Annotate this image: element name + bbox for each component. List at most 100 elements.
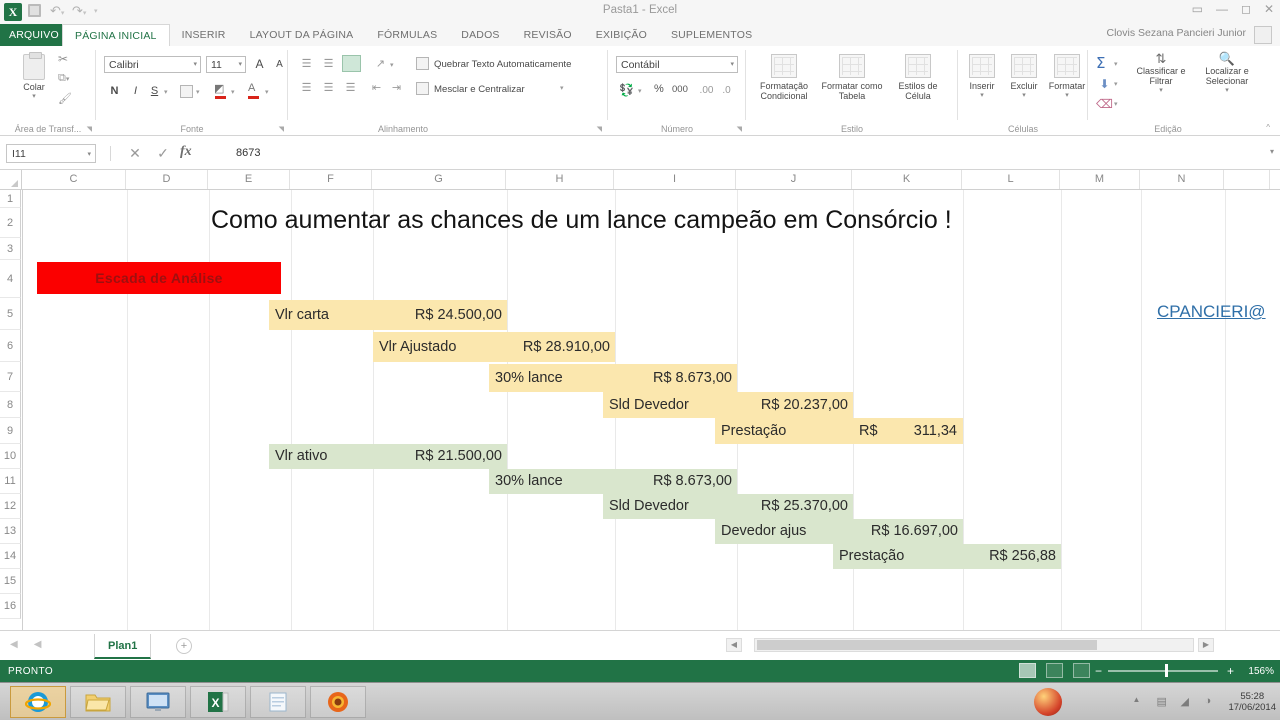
row-header-4[interactable]: 4: [0, 260, 21, 298]
fill-color-icon[interactable]: ◩: [214, 82, 226, 99]
tab-exibicao[interactable]: EXIBIÇÃO: [584, 24, 659, 46]
row-header-10[interactable]: 10: [0, 444, 21, 469]
select-all-corner[interactable]: [0, 170, 22, 189]
font-color-icon[interactable]: A: [248, 82, 259, 99]
comma-style-button[interactable]: 000: [672, 84, 688, 95]
close-button[interactable]: ✕: [1264, 2, 1274, 16]
row-header-14[interactable]: 14: [0, 544, 21, 569]
increase-font-size-button[interactable]: A: [251, 56, 268, 73]
green-row-4-value[interactable]: R$ 256,88: [963, 544, 1061, 569]
font-size-input[interactable]: 11: [206, 56, 246, 73]
sheet-title[interactable]: Como aumentar as chances de um lance cam…: [211, 206, 952, 235]
format-painter-icon[interactable]: 🖌: [58, 92, 72, 105]
collapse-ribbon-icon[interactable]: ^: [1266, 123, 1270, 132]
underline-button[interactable]: S: [146, 83, 163, 100]
cancel-formula-icon[interactable]: ✕: [122, 144, 148, 163]
row-header-13[interactable]: 13: [0, 519, 21, 544]
fill-down-icon[interactable]: ⬇: [1096, 76, 1113, 93]
page-layout-view-icon[interactable]: [1046, 663, 1063, 678]
tab-pagina-inicial[interactable]: PÁGINA INICIAL: [62, 24, 170, 46]
increase-decimal-icon[interactable]: .00: [698, 82, 715, 99]
column-header-G[interactable]: G: [372, 170, 506, 189]
row-header-2[interactable]: 2: [0, 208, 21, 238]
green-row-0-value[interactable]: R$ 21.500,00: [373, 444, 507, 469]
taskbar-monitor-icon[interactable]: [130, 686, 186, 718]
sort-filter-button[interactable]: ⇅ Classificar e Filtrar ▾: [1132, 52, 1190, 96]
horizontal-scrollbar[interactable]: [754, 638, 1194, 652]
row-header-6[interactable]: 6: [0, 330, 21, 362]
ribbon-display-options-icon[interactable]: ▭: [1192, 2, 1203, 16]
align-middle-icon[interactable]: ☰: [320, 56, 337, 73]
decrease-decimal-icon[interactable]: .0: [718, 82, 735, 99]
column-header-L[interactable]: L: [962, 170, 1060, 189]
column-header-E[interactable]: E: [208, 170, 290, 189]
taskbar-notepad-icon[interactable]: [250, 686, 306, 718]
insert-function-icon[interactable]: fx: [180, 144, 192, 160]
escada-de-analise-banner[interactable]: Escada de Análise: [37, 262, 281, 294]
number-dialog-launcher[interactable]: ◥: [737, 125, 742, 133]
name-box[interactable]: I11: [6, 144, 96, 164]
wrap-text-icon[interactable]: [416, 57, 429, 70]
column-header-N[interactable]: N: [1140, 170, 1224, 189]
row-header-1[interactable]: 1: [0, 190, 21, 208]
cpancieri-hyperlink[interactable]: CPANCIERI@: [1157, 302, 1266, 322]
zoom-in-button[interactable]: +: [1227, 664, 1234, 678]
italic-button[interactable]: I: [127, 83, 144, 100]
row-header-7[interactable]: 7: [0, 362, 21, 392]
yellow-row-3-label[interactable]: Sld Devedor: [603, 392, 737, 418]
column-header-I[interactable]: I: [614, 170, 736, 189]
tab-revisao[interactable]: REVISÃO: [512, 24, 584, 46]
taskbar-internet-explorer-icon[interactable]: [10, 686, 66, 718]
taskbar-firefox-icon[interactable]: [310, 686, 366, 718]
clear-icon[interactable]: ⌫: [1096, 96, 1113, 113]
scroll-right-button[interactable]: ▶: [1198, 638, 1214, 652]
tab-arquivo[interactable]: ARQUIVO: [0, 24, 68, 46]
row-header-16[interactable]: 16: [0, 594, 21, 619]
tab-formulas[interactable]: FÓRMULAS: [365, 24, 449, 46]
yellow-row-1-label[interactable]: Vlr Ajustado: [373, 332, 507, 362]
column-header-H[interactable]: H: [506, 170, 614, 189]
currency-icon[interactable]: 💱: [618, 82, 635, 99]
zoom-out-button[interactable]: −: [1095, 664, 1102, 678]
column-header-M[interactable]: M: [1060, 170, 1140, 189]
green-row-3-value[interactable]: R$ 16.697,00: [853, 519, 963, 544]
normal-view-icon[interactable]: [1019, 663, 1036, 678]
cell-styles-button[interactable]: Estilos de Célula: [888, 54, 948, 101]
row-header-11[interactable]: 11: [0, 469, 21, 494]
cut-scissors-icon[interactable]: ✂: [58, 52, 68, 66]
orientation-icon[interactable]: ↗: [372, 56, 389, 73]
wrap-text-label[interactable]: Quebrar Texto Automaticamente: [434, 59, 571, 70]
green-row-2-label[interactable]: Sld Devedor: [603, 494, 737, 519]
merge-center-label[interactable]: Mesclar e Centralizar: [434, 84, 525, 95]
align-right-icon[interactable]: ☰: [342, 80, 359, 97]
align-top-icon[interactable]: ☰: [298, 56, 315, 73]
first-sheet-icon[interactable]: ◀: [10, 639, 18, 650]
scroll-left-button[interactable]: ◀: [726, 638, 742, 652]
tab-dados[interactable]: DADOS: [449, 24, 511, 46]
format-as-table-button[interactable]: Formatar como Tabela: [820, 54, 884, 101]
copy-icon[interactable]: ⧉▾: [58, 72, 69, 85]
format-cells-button[interactable]: Formatar ▾: [1046, 54, 1088, 101]
percent-style-button[interactable]: %: [654, 83, 664, 95]
notification-orb-icon[interactable]: [1034, 688, 1062, 716]
sheet-cells-area[interactable]: Como aumentar as chances de um lance cam…: [22, 190, 1280, 630]
clipboard-dialog-launcher[interactable]: ◥: [87, 125, 92, 133]
user-avatar-icon[interactable]: [1254, 26, 1272, 44]
yellow-row-3-value[interactable]: R$ 20.237,00: [737, 392, 853, 418]
yellow-row-0-label[interactable]: Vlr carta: [269, 300, 373, 330]
tab-suplementos[interactable]: SUPLEMENTOS: [659, 24, 764, 46]
font-dialog-launcher[interactable]: ◥: [279, 125, 284, 133]
tab-inserir[interactable]: INSERIR: [170, 24, 238, 46]
taskbar-excel-icon[interactable]: X: [190, 686, 246, 718]
row-header-5[interactable]: 5: [0, 298, 21, 330]
sheet-tab-plan1[interactable]: Plan1: [94, 634, 152, 659]
network-icon[interactable]: ▤: [1156, 695, 1171, 710]
zoom-level-label[interactable]: 156%: [1248, 666, 1274, 677]
green-row-0-label[interactable]: Vlr ativo: [269, 444, 373, 469]
column-header-O[interactable]: [1224, 170, 1270, 189]
zoom-slider[interactable]: [1108, 664, 1218, 677]
decrease-font-size-button[interactable]: A: [271, 56, 288, 73]
green-row-1-label[interactable]: 30% lance: [489, 469, 615, 494]
yellow-row-2-value[interactable]: R$ 8.673,00: [615, 364, 737, 392]
tab-layout-da-pagina[interactable]: LAYOUT DA PÁGINA: [238, 24, 366, 46]
